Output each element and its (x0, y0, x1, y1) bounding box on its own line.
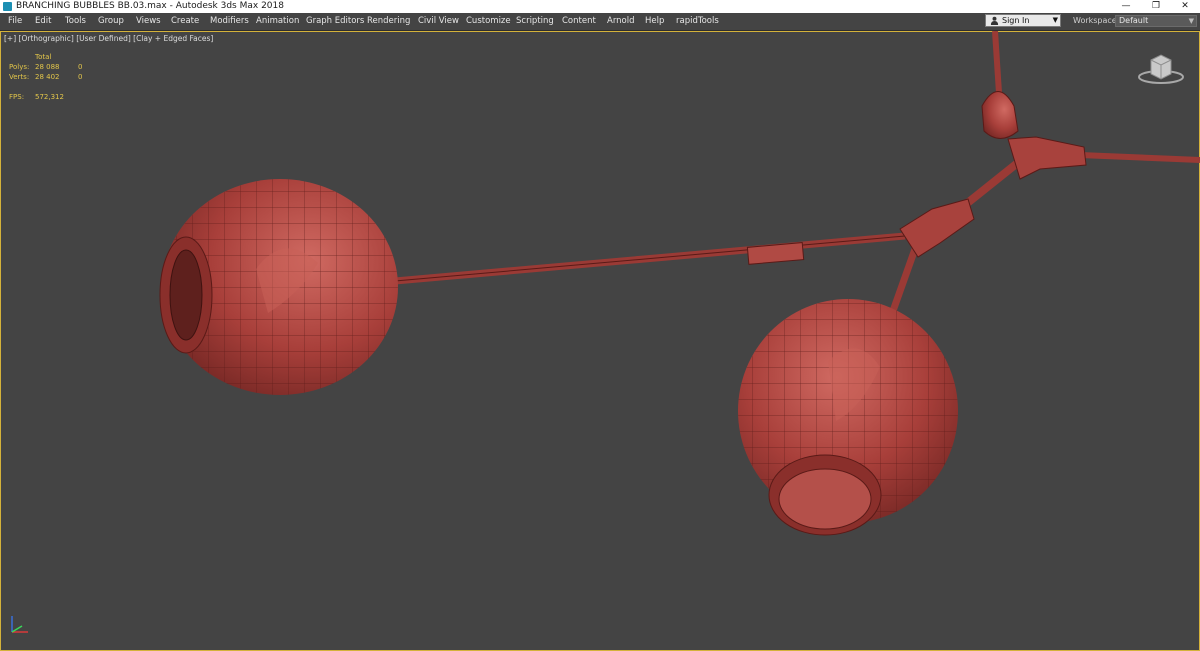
3ds-max-icon[interactable] (3, 2, 12, 11)
menu-create[interactable]: Create (171, 13, 199, 30)
bubble-right (738, 299, 958, 536)
menu-modifiers[interactable]: Modifiers (210, 13, 249, 30)
stats-verts-total: 28 402 (35, 73, 60, 81)
menu-rendering[interactable]: Rendering (367, 13, 410, 30)
sign-in-dropdown[interactable]: Sign In ▼ (985, 14, 1061, 27)
menu-help[interactable]: Help (645, 13, 664, 30)
chevron-down-icon: ▼ (1188, 17, 1194, 25)
workspaces-value: Default (1119, 16, 1149, 25)
menu-civil-view[interactable]: Civil View (418, 13, 459, 30)
menu-content[interactable]: Content (562, 13, 596, 30)
menu-edit[interactable]: Edit (35, 13, 51, 30)
menu-customize[interactable]: Customize (466, 13, 511, 30)
world-axis-tripod-icon (11, 616, 28, 633)
window-title: BRANCHING BUBBLES BB.03.max - Autodesk 3… (16, 1, 284, 11)
menu-tools[interactable]: Tools (65, 13, 86, 30)
title-bar: BRANCHING BUBBLES BB.03.max - Autodesk 3… (0, 0, 1200, 13)
sign-in-label: Sign In (1002, 16, 1030, 25)
stats-polys-label: Polys: (9, 63, 30, 71)
stats-header: Total (35, 53, 52, 61)
menu-rapidtools[interactable]: rapidTools (676, 13, 719, 30)
minimize-button[interactable]: — (1111, 0, 1141, 13)
stats-polys-selected: 0 (78, 63, 83, 71)
stats-fps-label: FPS: (9, 93, 25, 101)
workspaces-select[interactable]: Default ▼ (1115, 15, 1197, 27)
chevron-down-icon: ▼ (1052, 16, 1058, 24)
viewcube-icon[interactable] (1134, 47, 1188, 89)
rods (394, 31, 1200, 327)
stats-fps-value: 572,312 (35, 93, 64, 101)
stats-verts-selected: 0 (78, 73, 83, 81)
stats-polys-total: 28 088 (35, 63, 60, 71)
menu-animation[interactable]: Animation (256, 13, 299, 30)
menu-graph-editors[interactable]: Graph Editors (306, 13, 364, 30)
maximize-button[interactable]: ❐ (1141, 0, 1171, 13)
viewport-label-menu[interactable]: [+] [Orthographic] [User Defined] [Clay … (4, 34, 213, 43)
scene-render (159, 31, 1200, 536)
menu-scripting[interactable]: Scripting (516, 13, 554, 30)
stats-verts-label: Verts: (9, 73, 30, 81)
user-icon (990, 16, 999, 25)
menu-views[interactable]: Views (136, 13, 161, 30)
close-button[interactable]: ✕ (1170, 0, 1200, 13)
menu-file[interactable]: File (8, 13, 22, 30)
menu-group[interactable]: Group (98, 13, 124, 30)
bubble-left (159, 179, 398, 395)
joints (746, 91, 1087, 265)
menu-arnold[interactable]: Arnold (607, 13, 635, 30)
